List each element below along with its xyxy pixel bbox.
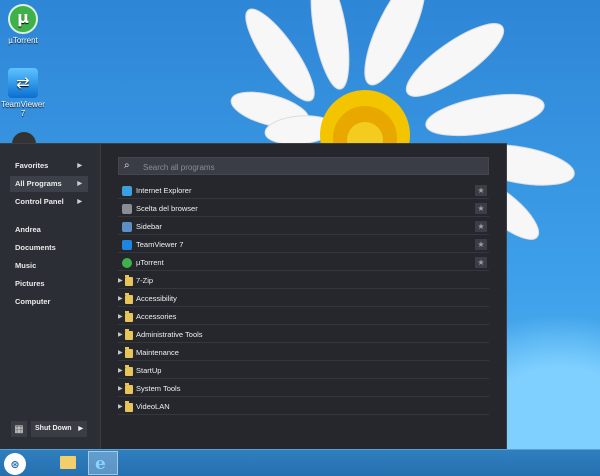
shut-down-button[interactable]: Shut Down ▶ <box>31 421 87 437</box>
left-item-computer[interactable]: Computer <box>10 294 88 310</box>
folder-label: StartUp <box>136 366 162 375</box>
taskbar: ⊛ e <box>0 449 600 476</box>
left-item-favorites[interactable]: Favorites ▶ <box>10 158 88 174</box>
folder-label: 7-Zip <box>136 276 154 285</box>
left-item-music[interactable]: Music <box>10 258 88 274</box>
folder-maintenance[interactable]: ▶ Maintenance <box>118 345 489 361</box>
expand-arrow-icon[interactable]: ▶ <box>118 399 123 415</box>
teamviewer-icon <box>122 240 132 250</box>
program-label: Scelta del browser <box>136 204 198 213</box>
folder-videolan[interactable]: ▶ VideoLAN <box>118 399 489 415</box>
utorrent-icon <box>8 4 38 34</box>
expand-arrow-icon[interactable]: ▶ <box>118 381 123 397</box>
start-button[interactable]: ⊛ <box>4 453 26 475</box>
left-item-pictures[interactable]: Pictures <box>10 276 88 292</box>
left-item-label: Music <box>15 261 37 270</box>
shut-down-label: Shut Down <box>35 425 72 432</box>
grid-icon: ▦ <box>14 423 24 435</box>
program-internet-explorer[interactable]: Internet Explorer ★ <box>118 183 489 199</box>
internet-explorer-icon: e <box>95 454 106 474</box>
left-item-control-panel[interactable]: Control Panel ▶ <box>10 194 88 210</box>
folder-icon <box>125 365 133 376</box>
left-item-all-programs[interactable]: All Programs ▶ <box>10 176 88 192</box>
folder-icon <box>125 293 133 304</box>
folder-icon <box>125 311 133 322</box>
folder-icon <box>125 383 133 394</box>
folder-administrative-tools[interactable]: ▶ Administrative Tools <box>118 327 489 343</box>
left-item-label: All Programs <box>15 179 62 188</box>
folder-label: Accessories <box>136 312 177 321</box>
left-item-andrea[interactable]: Andrea <box>10 222 88 238</box>
left-item-label: Control Panel <box>15 197 64 206</box>
start-menu-programs-pane: ⌕ Internet Explorer ★ Scelta del browser… <box>101 144 505 450</box>
expand-arrow-icon[interactable]: ▶ <box>118 345 123 361</box>
folder-label: Administrative Tools <box>136 330 203 339</box>
program-utorrent[interactable]: µTorrent ★ <box>118 255 489 271</box>
program-label: Sidebar <box>136 222 162 231</box>
taskbar-app-file-explorer[interactable] <box>52 451 82 475</box>
folder-accessibility[interactable]: ▶ Accessibility <box>118 291 489 307</box>
desktop-icon-utorrent[interactable]: µTorrent <box>0 4 46 45</box>
search-box[interactable]: ⌕ <box>118 157 489 175</box>
expand-arrow-icon[interactable]: ▶ <box>118 309 123 325</box>
star-icon[interactable]: ★ <box>475 203 487 214</box>
left-item-label: Computer <box>15 297 51 306</box>
desktop-icon-label: TeamViewer 7 <box>1 100 45 118</box>
internet-explorer-icon <box>122 186 132 196</box>
folder-icon <box>60 456 76 469</box>
left-item-label: Andrea <box>15 225 41 234</box>
expand-arrow-icon[interactable]: ▶ <box>118 291 123 307</box>
folder-label: VideoLAN <box>136 402 170 411</box>
folder-accessories[interactable]: ▶ Accessories <box>118 309 489 325</box>
left-item-label: Pictures <box>15 279 45 288</box>
chevron-right-icon: ▶ <box>77 181 82 187</box>
search-icon: ⌕ <box>124 160 130 171</box>
folder-icon <box>125 401 133 412</box>
folder-startup[interactable]: ▶ StartUp <box>118 363 489 379</box>
desktop-icon-teamviewer[interactable]: TeamViewer 7 <box>0 68 46 118</box>
program-sidebar[interactable]: Sidebar ★ <box>118 219 489 235</box>
folder-label: System Tools <box>136 384 181 393</box>
start-menu-left-pane: Favorites ▶ All Programs ▶ Control Panel… <box>0 144 101 450</box>
folder-7-zip[interactable]: ▶ 7-Zip <box>118 273 489 289</box>
sidebar-icon <box>122 222 132 232</box>
taskbar-app-internet-explorer[interactable]: e <box>88 451 118 475</box>
program-scelta-del-browser[interactable]: Scelta del browser ★ <box>118 201 489 217</box>
left-item-documents[interactable]: Documents <box>10 240 88 256</box>
program-label: µTorrent <box>136 258 164 267</box>
chevron-right-icon: ▶ <box>77 199 82 205</box>
expand-arrow-icon[interactable]: ▶ <box>118 273 123 289</box>
folder-icon <box>125 275 133 286</box>
star-icon[interactable]: ★ <box>475 239 487 250</box>
utorrent-icon <box>122 258 132 268</box>
chevron-right-icon: ▶ <box>77 163 82 169</box>
expand-arrow-icon[interactable]: ▶ <box>118 363 123 379</box>
star-icon[interactable]: ★ <box>475 257 487 268</box>
teamviewer-icon <box>8 68 38 98</box>
left-item-label: Documents <box>15 243 56 252</box>
program-teamviewer[interactable]: TeamViewer 7 ★ <box>118 237 489 253</box>
star-icon[interactable]: ★ <box>475 185 487 196</box>
start-menu: Favorites ▶ All Programs ▶ Control Panel… <box>0 143 507 450</box>
desktop-icon-label: µTorrent <box>8 36 38 45</box>
star-icon[interactable]: ★ <box>475 221 487 232</box>
folder-icon <box>125 329 133 340</box>
program-label: Internet Explorer <box>136 186 192 195</box>
program-label: TeamViewer 7 <box>136 240 184 249</box>
folder-system-tools[interactable]: ▶ System Tools <box>118 381 489 397</box>
search-input[interactable] <box>141 159 485 175</box>
folder-label: Accessibility <box>136 294 177 303</box>
left-item-label: Favorites <box>15 161 49 170</box>
apps-grid-button[interactable]: ▦ <box>11 421 27 437</box>
expand-arrow-icon[interactable]: ▶ <box>118 327 123 343</box>
browser-choice-icon <box>122 204 132 214</box>
chevron-right-icon: ▶ <box>78 426 83 432</box>
folder-label: Maintenance <box>136 348 179 357</box>
folder-icon <box>125 347 133 358</box>
start-orb-icon: ⊛ <box>10 457 20 471</box>
